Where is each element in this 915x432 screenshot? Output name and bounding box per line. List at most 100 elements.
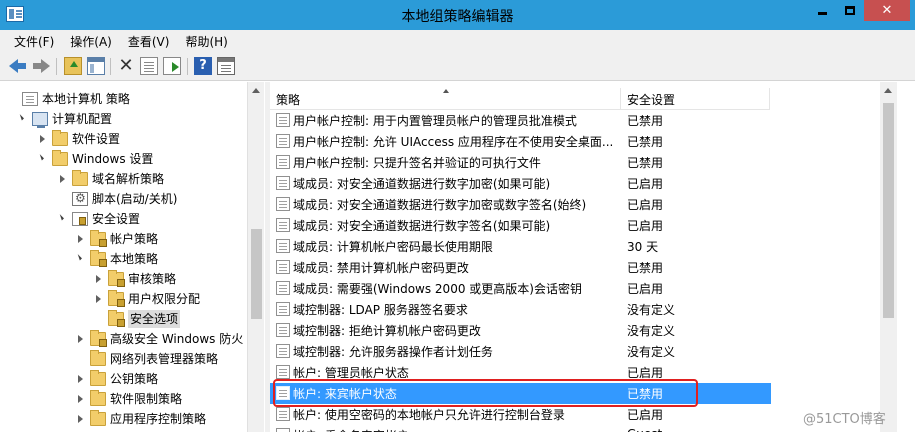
policy-row[interactable]: 用户帐户控制: 允许 UIAccess 应用程序在不使用安全桌面... 已禁用	[270, 131, 771, 152]
policy-name: 域成员: 计算机帐户密码最长使用期限	[293, 240, 493, 254]
folder-icon	[90, 410, 106, 426]
policy-row[interactable]: 用户帐户控制: 只提升签名并验证的可执行文件 已禁用	[270, 152, 771, 173]
policy-row[interactable]: 帐户: 使用空密码的本地帐户只允许进行控制台登录 已启用	[270, 404, 771, 425]
policy-icon	[276, 365, 290, 379]
tree-item[interactable]: 公钥策略	[0, 369, 247, 389]
policy-row[interactable]: 域控制器: 拒绝计算机帐户密码更改 没有定义	[270, 320, 771, 341]
tree-scrollbar[interactable]	[247, 82, 264, 432]
policy-name: 域成员: 需要强(Windows 2000 或更高版本)会话密钥	[293, 282, 582, 296]
locked-folder-icon	[90, 330, 107, 347]
tree-item-label: 公钥策略	[110, 372, 159, 386]
tree-item-label: 安全设置	[92, 212, 141, 226]
policy-row[interactable]: 域成员: 对安全通道数据进行数字加密(如果可能) 已启用	[270, 173, 771, 194]
tree-item[interactable]: 本地计算机 策略	[0, 89, 247, 109]
tree-item[interactable]: 审核策略	[0, 269, 247, 289]
tree-item[interactable]: 软件限制策略	[0, 389, 247, 409]
tree-item[interactable]: 软件设置	[0, 129, 247, 149]
policy-name: 用户帐户控制: 允许 UIAccess 应用程序在不使用安全桌面...	[293, 135, 614, 149]
expanded-arrow-icon[interactable]	[17, 114, 24, 121]
forward-button[interactable]	[32, 57, 50, 75]
delete-icon[interactable]: ✕	[117, 57, 135, 75]
policy-setting: 已禁用	[627, 261, 664, 275]
expanded-arrow-icon[interactable]	[57, 214, 64, 221]
menu-action[interactable]: 操作(A)	[62, 33, 120, 50]
list-scrollbar-thumb[interactable]	[883, 103, 894, 318]
tree-item-label: 本地策略	[110, 252, 159, 266]
tree-item[interactable]: Windows 设置	[0, 149, 247, 169]
tree-item-label: 高级安全 Windows 防火	[110, 332, 244, 346]
folder-icon	[52, 150, 68, 166]
expanded-arrow-icon[interactable]	[37, 154, 44, 161]
policy-icon	[276, 323, 290, 337]
tree-item[interactable]: 安全选项	[0, 309, 247, 329]
minimize-button[interactable]	[809, 0, 835, 21]
maximize-button[interactable]	[837, 0, 863, 21]
collapsed-arrow-icon[interactable]	[78, 335, 83, 343]
tree-item[interactable]: 网络列表管理器策略	[0, 349, 247, 369]
close-button[interactable]: ✕	[864, 0, 910, 21]
tree-item[interactable]: 本地策略	[0, 249, 247, 269]
locked-folder-icon	[90, 230, 107, 247]
collapsed-arrow-icon[interactable]	[40, 135, 45, 143]
policy-row[interactable]: 域控制器: LDAP 服务器签名要求 没有定义	[270, 299, 771, 320]
policy-name: 域控制器: 允许服务器操作者计划任务	[293, 345, 493, 359]
policy-row[interactable]: 域成员: 对安全通道数据进行数字签名(如果可能) 已启用	[270, 215, 771, 236]
policy-row[interactable]: 域成员: 需要强(Windows 2000 或更高版本)会话密钥 已启用	[270, 278, 771, 299]
tree-item[interactable]: 域名解析策略	[0, 169, 247, 189]
view-icon[interactable]	[217, 57, 235, 75]
tree-item[interactable]: 高级安全 Windows 防火	[0, 329, 247, 349]
column-header: 策略 安全设置	[270, 88, 770, 110]
collapsed-arrow-icon[interactable]	[96, 275, 101, 283]
tree-item-label: 本地计算机 策略	[42, 92, 130, 106]
policy-row[interactable]: 域成员: 计算机帐户密码最长使用期限 30 天	[270, 236, 771, 257]
policy-name: 域成员: 禁用计算机帐户密码更改	[293, 261, 469, 275]
security-icon	[72, 212, 88, 226]
tree-item[interactable]: 帐户策略	[0, 229, 247, 249]
policy-row[interactable]: 域控制器: 允许服务器操作者计划任务 没有定义	[270, 341, 771, 362]
folder-icon	[72, 170, 88, 186]
collapsed-arrow-icon[interactable]	[78, 375, 83, 383]
list-scroll-up-icon[interactable]	[884, 88, 892, 93]
properties-icon[interactable]	[140, 57, 158, 75]
collapsed-arrow-icon[interactable]	[78, 235, 83, 243]
tree-item[interactable]: 脚本(启动/关机)	[0, 189, 247, 209]
tree-item[interactable]: 用户权限分配	[0, 289, 247, 309]
menu-file[interactable]: 文件(F)	[6, 33, 62, 50]
tree-scrollbar-thumb[interactable]	[251, 229, 262, 319]
help-icon[interactable]: ?	[194, 57, 212, 75]
policy-row[interactable]: 域成员: 禁用计算机帐户密码更改 已禁用	[270, 257, 771, 278]
list-scrollbar[interactable]	[880, 82, 897, 432]
export-list-icon[interactable]	[163, 57, 181, 75]
locked-folder-icon	[108, 290, 125, 307]
back-button[interactable]	[9, 57, 27, 75]
collapsed-arrow-icon[interactable]	[78, 415, 83, 423]
policy-icon	[276, 428, 290, 432]
policy-setting: 没有定义	[627, 303, 676, 317]
policy-icon	[276, 197, 290, 211]
forward-arrow-icon	[41, 59, 50, 73]
policy-row[interactable]: 帐户: 重命名来宾帐户 Guest	[270, 425, 771, 432]
policy-row[interactable]: 用户帐户控制: 用于内置管理员帐户的管理员批准模式 已禁用	[270, 110, 771, 131]
expanded-arrow-icon[interactable]	[75, 254, 82, 261]
tree-item[interactable]: 应用程序控制策略	[0, 409, 247, 429]
collapsed-arrow-icon[interactable]	[60, 175, 65, 183]
policy-row[interactable]: 域成员: 对安全通道数据进行数字加密或数字签名(始终) 已启用	[270, 194, 771, 215]
minimize-icon	[817, 12, 827, 15]
tree-item[interactable]: 安全设置	[0, 209, 247, 229]
tree-item-label: 软件限制策略	[110, 392, 183, 406]
tree-pane: 本地计算机 策略计算机配置软件设置 Windows 设置域名解析策略脚本(启动/关…	[0, 82, 265, 432]
scroll-up-icon[interactable]	[252, 88, 260, 93]
show-hide-tree-icon[interactable]	[87, 57, 105, 75]
tree-item[interactable]: 计算机配置	[0, 109, 247, 129]
policy-setting: 已启用	[627, 177, 664, 191]
column-policy[interactable]: 策略	[276, 91, 300, 108]
column-security-setting[interactable]: 安全设置	[627, 91, 675, 108]
folder-icon	[90, 370, 106, 386]
collapsed-arrow-icon[interactable]	[78, 395, 83, 403]
maximize-icon	[845, 6, 855, 15]
menu-view[interactable]: 查看(V)	[120, 33, 178, 50]
collapsed-arrow-icon[interactable]	[96, 295, 101, 303]
menu-help[interactable]: 帮助(H)	[177, 33, 235, 50]
policy-icon	[276, 155, 290, 169]
up-folder-icon[interactable]	[64, 57, 82, 75]
